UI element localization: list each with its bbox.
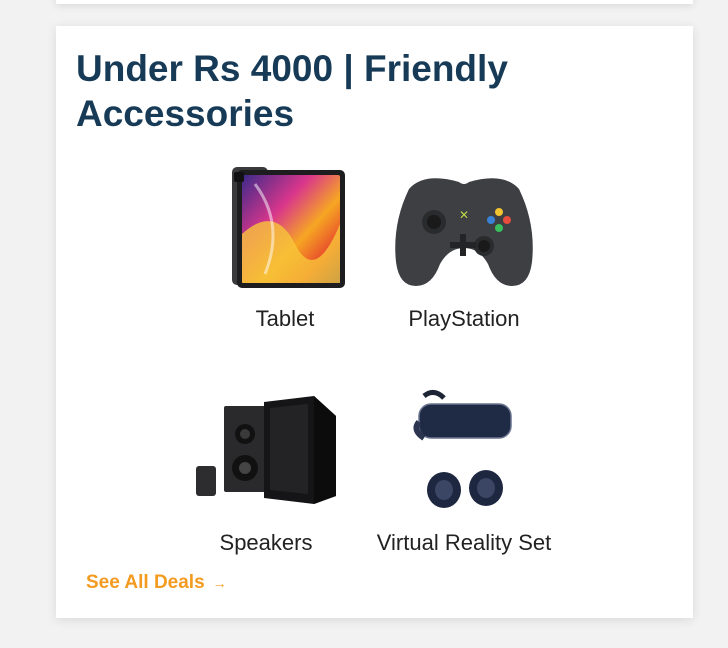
section-title: Under Rs 4000 | Friendly Accessories bbox=[76, 48, 508, 134]
accessories-section: Under Rs 4000 | Friendly Accessories Tab… bbox=[56, 26, 693, 618]
previous-section-card bbox=[56, 0, 693, 4]
vr-label: Virtual Reality Set bbox=[376, 530, 552, 555]
gamepad-image: ✕ bbox=[395, 178, 533, 286]
tablet-label: Tablet bbox=[255, 306, 315, 331]
playstation-tile[interactable]: ✕ PlayStation bbox=[364, 164, 564, 344]
speakers-label: Speakers bbox=[219, 530, 313, 555]
see-all-deals-label: See All Deals bbox=[86, 572, 205, 593]
arrow-right-icon: → bbox=[212, 575, 227, 591]
speakers-tile[interactable]: Speakers bbox=[166, 386, 366, 566]
vr-headset-image bbox=[413, 390, 512, 508]
vr-tile[interactable]: Virtual Reality Set bbox=[364, 386, 564, 566]
tablet-tile[interactable]: Tablet bbox=[185, 164, 385, 344]
tablet-image bbox=[232, 167, 345, 288]
svg-text:✕: ✕ bbox=[459, 208, 469, 222]
speakers-image bbox=[196, 396, 336, 504]
playstation-label: PlayStation bbox=[408, 306, 520, 331]
see-all-deals-link[interactable]: See All Deals → bbox=[86, 572, 227, 594]
